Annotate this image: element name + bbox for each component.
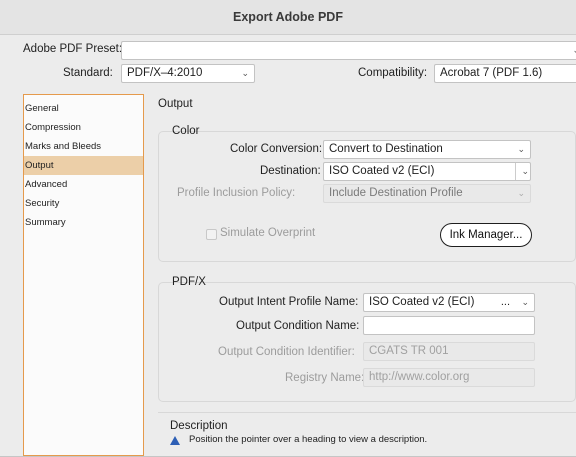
pdfx-group-title: PDF/X xyxy=(172,276,206,288)
preset-label: Adobe PDF Preset: xyxy=(23,43,123,55)
window-title: Export Adobe PDF xyxy=(0,0,576,35)
color-group-title: Color xyxy=(172,125,200,137)
color-conversion-select[interactable]: Convert to Destination ⌄ xyxy=(323,140,531,159)
ink-manager-button[interactable]: Ink Manager... xyxy=(440,223,532,247)
sidebar-item-output[interactable]: Output xyxy=(24,156,143,175)
sidebar-item-general[interactable]: General xyxy=(24,99,143,118)
output-condition-name-label: Output Condition Name: xyxy=(236,320,360,332)
chevron-down-icon: ⌄ xyxy=(521,297,529,307)
standard-label: Standard: xyxy=(63,67,113,79)
sidebar-item-summary[interactable]: Summary xyxy=(24,213,143,232)
output-intent-ellipsis: ... xyxy=(500,296,510,308)
destination-value: ISO Coated v2 (ECI) xyxy=(329,165,435,177)
registry-name-input[interactable]: http://www.color.org xyxy=(363,368,535,387)
chevron-down-icon: ⌄ xyxy=(517,188,525,198)
chevron-down-icon: ⌄ xyxy=(572,42,576,59)
output-intent-label: Output Intent Profile Name: xyxy=(219,296,359,308)
preset-select[interactable]: ⌄ xyxy=(121,41,576,60)
warning-triangle-icon xyxy=(170,436,180,445)
color-conversion-value: Convert to Destination xyxy=(329,143,443,155)
profile-inclusion-select[interactable]: Include Destination Profile ⌄ xyxy=(323,184,531,203)
chevron-down-icon: ⌄ xyxy=(241,68,249,78)
sidebar-item-compression[interactable]: Compression xyxy=(24,118,143,137)
output-condition-id-input[interactable]: CGATS TR 001 xyxy=(363,342,535,361)
compatibility-label: Compatibility: xyxy=(358,67,428,79)
chevron-down-icon: ⌄ xyxy=(515,163,529,180)
simulate-overprint-checkbox[interactable] xyxy=(206,229,217,240)
registry-name-label: Registry Name: xyxy=(285,372,365,384)
sidebar: General Compression Marks and Bleeds Out… xyxy=(23,94,144,456)
description-text: Position the pointer over a heading to v… xyxy=(189,434,428,445)
sidebar-item-security[interactable]: Security xyxy=(24,194,143,213)
profile-inclusion-label: Profile Inclusion Policy: xyxy=(177,187,296,199)
output-intent-value: ISO Coated v2 (ECI) xyxy=(369,296,475,308)
chevron-down-icon: ⌄ xyxy=(517,144,525,154)
simulate-overprint-label: Simulate Overprint xyxy=(220,227,316,239)
profile-inclusion-value: Include Destination Profile xyxy=(329,187,463,199)
destination-label: Destination: xyxy=(260,165,321,177)
sidebar-item-marks-and-bleeds[interactable]: Marks and Bleeds xyxy=(24,137,143,156)
standard-select[interactable]: PDF/X–4:2010 ⌄ xyxy=(121,64,255,83)
compatibility-value: Acrobat 7 (PDF 1.6) xyxy=(440,67,543,79)
description-title: Description xyxy=(170,420,228,432)
sidebar-item-advanced[interactable]: Advanced xyxy=(24,175,143,194)
output-condition-id-label: Output Condition Identifier: xyxy=(218,346,355,358)
output-condition-name-input[interactable] xyxy=(363,316,535,335)
compatibility-select[interactable]: Acrobat 7 (PDF 1.6) ⌄ xyxy=(434,64,576,83)
standard-value: PDF/X–4:2010 xyxy=(127,67,203,79)
destination-select[interactable]: ISO Coated v2 (ECI) ⌄ xyxy=(323,162,531,181)
output-intent-select[interactable]: ISO Coated v2 (ECI) ... ⌄ xyxy=(363,293,535,312)
color-conversion-label: Color Conversion: xyxy=(230,143,323,155)
panel-heading: Output xyxy=(158,98,193,110)
